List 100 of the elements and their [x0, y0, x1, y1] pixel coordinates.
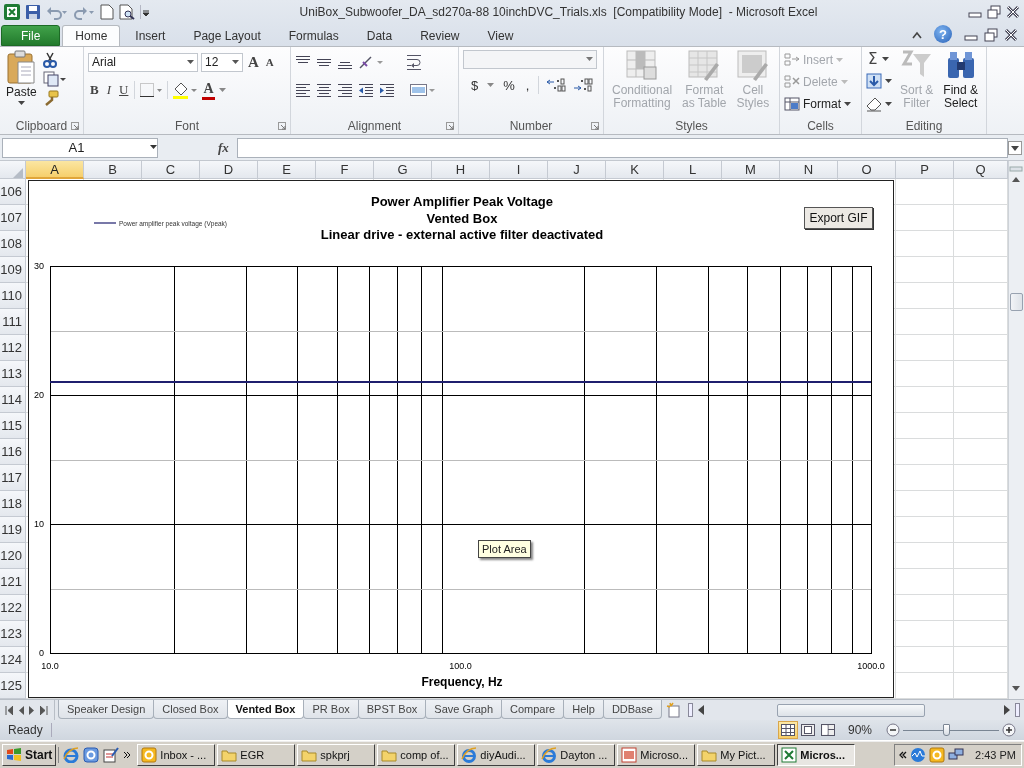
sheet-cell[interactable] — [896, 569, 954, 595]
restore-icon[interactable] — [987, 5, 1001, 19]
sheet-cell[interactable] — [896, 543, 954, 569]
column-header[interactable]: C — [142, 161, 200, 179]
ribbon-tab[interactable]: Page Layout — [180, 25, 274, 46]
row-header[interactable]: 113 — [0, 361, 26, 387]
ribbon-tab[interactable]: View — [474, 25, 527, 46]
column-header[interactable]: P — [896, 161, 954, 179]
zoom-level[interactable]: 90% — [847, 723, 872, 737]
sheet-cell[interactable] — [896, 335, 954, 361]
sheet-cell[interactable] — [896, 257, 954, 283]
computers-icon[interactable] — [948, 746, 965, 763]
column-header[interactable]: L — [664, 161, 722, 179]
last-sheet-icon[interactable] — [40, 705, 48, 715]
row-header[interactable]: 122 — [0, 595, 26, 621]
align-right-icon[interactable] — [337, 82, 353, 98]
column-header[interactable]: Q — [954, 161, 1008, 179]
row-header[interactable]: 112 — [0, 335, 26, 361]
insert-function-button[interactable]: fx — [218, 139, 229, 156]
sheet-cell[interactable] — [896, 283, 954, 309]
sheet-cell[interactable] — [896, 387, 954, 413]
decrease-decimal-icon[interactable] — [573, 77, 594, 93]
text-orientation-icon[interactable] — [358, 54, 384, 70]
dialog-launcher-icon[interactable] — [591, 122, 599, 130]
close-icon[interactable] — [1004, 28, 1018, 42]
row-header[interactable]: 125 — [0, 673, 26, 699]
row-header[interactable]: 115 — [0, 413, 26, 439]
chevron-icon[interactable] — [899, 750, 908, 759]
dialog-launcher-icon[interactable] — [71, 122, 79, 130]
scroll-thumb[interactable] — [776, 703, 925, 717]
taskbar-item[interactable]: Dayton ... — [537, 743, 616, 766]
ribbon-tab[interactable]: Formulas — [275, 25, 352, 46]
zoom-in-icon[interactable] — [1002, 723, 1016, 737]
column-header[interactable]: B — [84, 161, 142, 179]
italic-button[interactable]: I — [104, 82, 113, 98]
borders-icon[interactable] — [139, 82, 164, 98]
column-header[interactable]: O — [838, 161, 896, 179]
column-header[interactable]: I — [490, 161, 548, 179]
sheet-cell[interactable] — [896, 621, 954, 647]
spreadsheet-logo-icon[interactable] — [4, 4, 20, 20]
comma-button[interactable]: , — [523, 77, 532, 93]
shrink-font-button[interactable]: A — [263, 56, 276, 68]
row-header[interactable]: 123 — [0, 621, 26, 647]
print-preview-icon[interactable] — [119, 4, 135, 20]
restore-icon[interactable] — [984, 28, 998, 42]
column-header[interactable]: J — [548, 161, 606, 179]
row-header[interactable]: 108 — [0, 231, 26, 257]
sheet-cell[interactable] — [896, 491, 954, 517]
previous-sheet-icon[interactable] — [18, 705, 24, 715]
percent-button[interactable]: % — [501, 77, 517, 93]
slider-thumb[interactable] — [943, 724, 951, 736]
row-header[interactable]: 118 — [0, 491, 26, 517]
row-header[interactable]: 107 — [0, 205, 26, 231]
row-header[interactable]: 111 — [0, 309, 26, 335]
row-header[interactable]: 110 — [0, 283, 26, 309]
new-document-icon[interactable] — [100, 4, 114, 20]
increase-decimal-icon[interactable] — [546, 77, 567, 93]
first-sheet-icon[interactable] — [5, 705, 13, 715]
chevron-icon[interactable] — [123, 750, 132, 759]
select-all-icon[interactable] — [13, 167, 23, 178]
sheet-tab[interactable]: Save Graph — [425, 700, 502, 719]
currency-button[interactable]: $ — [469, 77, 481, 93]
dialog-launcher-icon[interactable] — [446, 122, 454, 130]
sheet-cell[interactable] — [896, 439, 954, 465]
row-header[interactable]: 117 — [0, 465, 26, 491]
taskbar-item[interactable]: My Pict... — [697, 743, 776, 766]
decrease-indent-icon[interactable] — [358, 82, 374, 98]
split-handle-icon[interactable] — [1015, 703, 1020, 717]
sheet-tab[interactable]: Speaker Design — [58, 700, 155, 719]
row-header[interactable]: 114 — [0, 387, 26, 413]
expand-icon[interactable] — [1008, 140, 1022, 155]
ribbon-tab[interactable]: Data — [353, 25, 406, 46]
file-tab[interactable]: File — [1, 25, 61, 46]
sheet-tab[interactable]: BPST Box — [357, 700, 427, 719]
ribbon-button[interactable]: Find & Select — [941, 50, 981, 110]
ribbon-tab[interactable]: Review — [407, 25, 473, 46]
row-header[interactable]: 119 — [0, 517, 26, 543]
sheet-tab[interactable]: Vented Box — [226, 700, 305, 719]
split-handle-icon[interactable] — [1009, 165, 1023, 173]
column-header[interactable]: D — [200, 161, 258, 179]
scroll-thumb[interactable] — [1010, 293, 1023, 311]
underline-button[interactable]: U — [117, 82, 131, 98]
row-header[interactable]: 116 — [0, 439, 26, 465]
split-handle-icon[interactable] — [687, 703, 693, 717]
grow-font-button[interactable]: A — [246, 53, 261, 71]
sheet-tab[interactable]: Closed Box — [153, 700, 228, 719]
column-header[interactable]: E — [258, 161, 316, 179]
formula-field[interactable] — [236, 137, 1008, 158]
taskbar-item[interactable]: Microso... — [617, 743, 696, 766]
fill-down-icon[interactable] — [866, 73, 882, 89]
eraser-icon[interactable] — [866, 96, 882, 112]
mail-icon[interactable] — [929, 746, 946, 763]
browser-icon[interactable] — [63, 746, 80, 763]
sheet-tab[interactable]: Help — [563, 700, 604, 719]
taskbar-item[interactable]: comp of... — [377, 743, 456, 766]
taskbar-item[interactable]: spkprj — [297, 743, 376, 766]
row-header[interactable]: 124 — [0, 647, 26, 673]
chevron-up-icon[interactable] — [912, 31, 922, 39]
taskbar-item[interactable]: diyAudi... — [457, 743, 536, 766]
new-sheet-icon[interactable] — [665, 702, 682, 718]
